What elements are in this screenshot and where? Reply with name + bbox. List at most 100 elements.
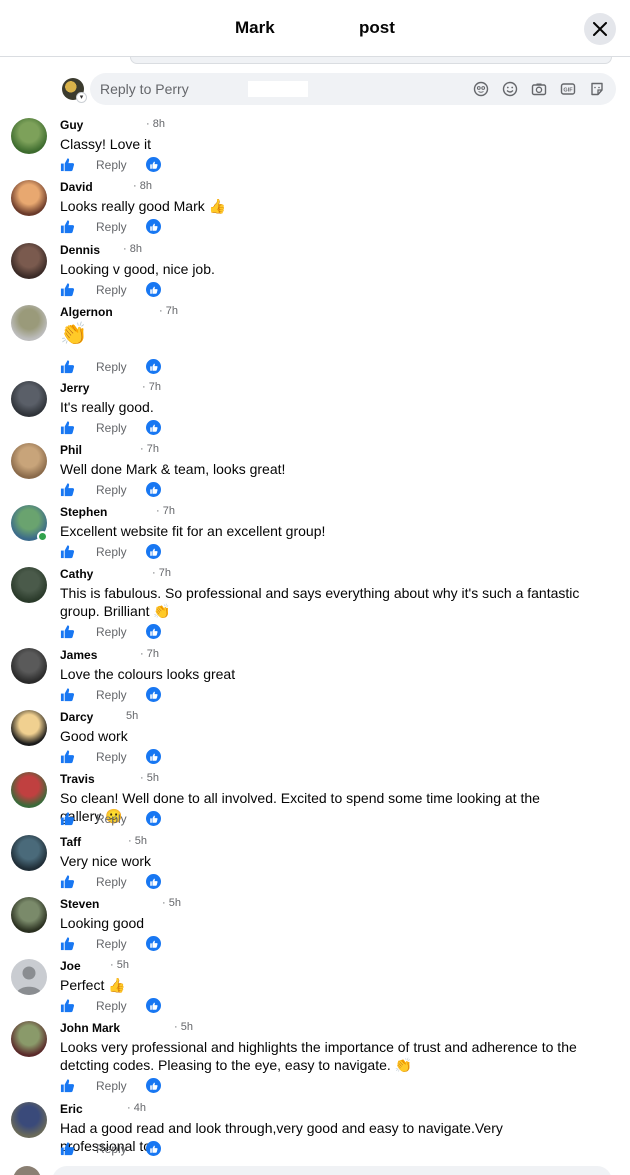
reply-link[interactable]: Reply [96, 220, 127, 234]
comment-time[interactable]: · 7h [152, 567, 171, 579]
reply-link[interactable]: Reply [96, 750, 127, 764]
comment-meta: Phil · 7h [60, 443, 159, 459]
reply-link[interactable]: Reply [96, 999, 127, 1013]
avatar[interactable] [11, 381, 47, 417]
reply-link[interactable]: Reply [96, 1079, 127, 1093]
reply-link[interactable]: Reply [96, 937, 127, 951]
reply-link[interactable]: Reply [96, 1142, 127, 1156]
like-icon[interactable] [60, 749, 75, 764]
avatar[interactable] [11, 180, 47, 216]
avatar[interactable] [11, 1021, 47, 1057]
post-title-author: Mark [235, 18, 275, 37]
comment-time[interactable]: · 5h [128, 835, 147, 847]
comment-actions: Reply [60, 482, 180, 498]
reply-link[interactable]: Reply [96, 688, 127, 702]
comment: Steven · 5h Looking good Reply [0, 897, 630, 957]
comment-time[interactable]: · 7h [159, 305, 178, 317]
commenter-name[interactable]: Guy [60, 118, 83, 132]
commenter-name[interactable]: David [60, 180, 93, 194]
reply-link[interactable]: Reply [96, 421, 127, 435]
reply-link[interactable]: Reply [96, 875, 127, 889]
comment-time[interactable]: · 7h [140, 648, 159, 660]
commenter-name[interactable]: Phil [60, 443, 82, 457]
comment-time[interactable]: · 5h [110, 959, 129, 971]
comment-time[interactable]: · 7h [140, 443, 159, 455]
commenter-name[interactable]: Algernon [60, 305, 113, 319]
commenter-name[interactable]: Eric [60, 1102, 83, 1116]
comment-time[interactable]: · 7h [142, 381, 161, 393]
avatar[interactable] [11, 648, 47, 684]
like-icon[interactable] [60, 157, 75, 172]
avatar[interactable] [11, 710, 47, 746]
like-icon[interactable] [60, 1078, 75, 1093]
comment-time[interactable]: 5h [126, 710, 138, 722]
like-reaction-icon [146, 1141, 161, 1156]
like-icon[interactable] [60, 219, 75, 234]
like-icon[interactable] [60, 998, 75, 1013]
comment-time[interactable]: · 7h [156, 505, 175, 517]
comment-time[interactable]: · 8h [123, 243, 142, 255]
comment-time[interactable]: · 8h [133, 180, 152, 192]
avatar[interactable] [11, 243, 47, 279]
like-icon[interactable] [60, 687, 75, 702]
avatar[interactable] [11, 897, 47, 933]
emoji-icon[interactable] [501, 80, 519, 98]
like-icon[interactable] [60, 544, 75, 559]
sticker-icon[interactable] [588, 80, 606, 98]
comment-time[interactable]: · 4h [127, 1102, 146, 1114]
like-icon[interactable] [60, 420, 75, 435]
like-icon[interactable] [60, 1141, 75, 1156]
commenter-name[interactable]: Darcy [60, 710, 93, 724]
commenter-name[interactable]: John Mark [60, 1021, 120, 1035]
comment-meta: John Mark · 5h [60, 1021, 193, 1037]
gif-icon[interactable]: GIF [559, 80, 577, 98]
avatar[interactable] [11, 1102, 47, 1138]
like-reaction-icon [146, 749, 161, 764]
commenter-name[interactable]: Travis [60, 772, 95, 786]
avatar[interactable] [11, 567, 47, 603]
reply-link[interactable]: Reply [96, 283, 127, 297]
commenter-name[interactable]: James [60, 648, 97, 662]
commenter-name[interactable]: Taff [60, 835, 81, 849]
comment: John Mark · 5h Looks very professional a… [0, 1021, 630, 1093]
avatar-icon[interactable]: ▾ [62, 78, 87, 103]
commenter-name[interactable]: Steven [60, 897, 99, 911]
like-icon[interactable] [60, 874, 75, 889]
comment-time[interactable]: · 8h [146, 118, 165, 130]
like-icon[interactable] [60, 282, 75, 297]
like-reaction-icon [146, 282, 161, 297]
reply-link[interactable]: Reply [96, 545, 127, 559]
avatar[interactable] [11, 835, 47, 871]
commenter-name[interactable]: Dennis [60, 243, 100, 257]
comment-text: Classy! Love it [60, 136, 152, 152]
avatar-sticker-icon[interactable] [472, 80, 490, 98]
reply-link[interactable]: Reply [96, 483, 127, 497]
commenter-name[interactable]: Cathy [60, 567, 93, 581]
like-icon[interactable] [60, 936, 75, 951]
avatar[interactable] [11, 443, 47, 479]
commenter-name[interactable]: Joe [60, 959, 81, 973]
comment-time[interactable]: · 5h [162, 897, 181, 909]
avatar[interactable] [11, 959, 47, 995]
reply-link[interactable]: Reply [96, 360, 127, 374]
reply-link[interactable]: Reply [96, 158, 127, 172]
like-icon[interactable] [60, 359, 75, 374]
avatar[interactable] [11, 772, 47, 808]
chevron-down-icon[interactable]: ▾ [76, 92, 87, 103]
comment-time[interactable]: · 5h [174, 1021, 193, 1033]
like-icon[interactable] [60, 482, 75, 497]
avatar[interactable] [11, 118, 47, 154]
commenter-name[interactable]: Jerry [60, 381, 89, 395]
commenter-name[interactable]: Stephen [60, 505, 107, 519]
comment-input[interactable] [52, 1166, 612, 1175]
reply-link[interactable]: Reply [96, 812, 127, 826]
camera-icon[interactable] [530, 80, 548, 98]
comment-time[interactable]: · 5h [140, 772, 159, 784]
close-button[interactable] [584, 13, 616, 45]
like-icon[interactable] [60, 624, 75, 639]
comment-text: Looking v good, nice job. [60, 261, 215, 277]
like-icon[interactable] [60, 811, 75, 826]
reply-link[interactable]: Reply [96, 625, 127, 639]
like-reaction-icon [146, 544, 161, 559]
avatar[interactable] [11, 305, 47, 341]
